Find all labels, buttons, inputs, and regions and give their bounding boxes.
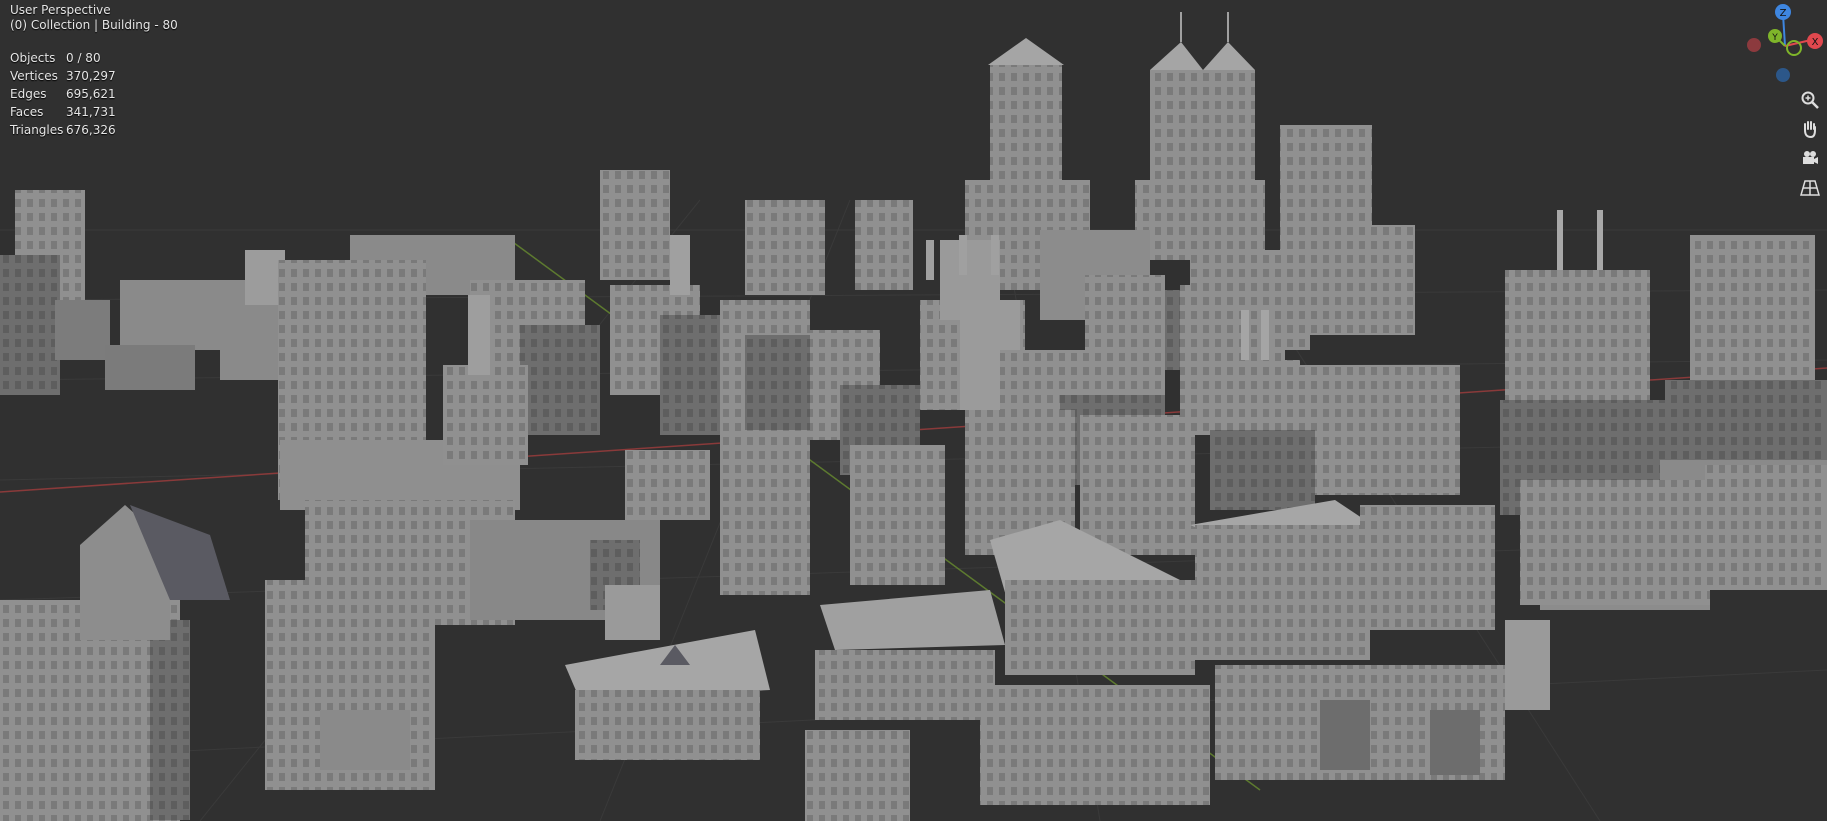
stat-row-triangles: Triangles 676,326 [10, 121, 116, 139]
stat-row-faces: Faces 341,731 [10, 103, 116, 121]
perspective-label: User Perspective [10, 3, 111, 17]
city-scene [0, 12, 1827, 821]
tower-left [0, 190, 110, 395]
stat-value: 341,731 [66, 104, 116, 119]
y-axis-label: Y [1771, 33, 1778, 43]
stat-value: 676,326 [66, 122, 116, 137]
stat-row-objects: Objects 0 / 80 [10, 49, 116, 67]
stat-label: Objects [10, 50, 56, 65]
stat-label: Triangles [10, 122, 64, 137]
scene-statistics: Objects 0 / 80 Vertices 370,297 Edges 69… [10, 49, 116, 139]
perspective-grid-icon[interactable] [1796, 174, 1824, 202]
stat-row-edges: Edges 695,621 [10, 85, 116, 103]
tower-right-2 [1665, 235, 1827, 470]
camera-icon[interactable] [1796, 144, 1824, 172]
twin-towers [1135, 12, 1265, 260]
zoom-icon[interactable] [1796, 86, 1824, 114]
neg-x-axis-handle[interactable] [1747, 38, 1761, 52]
viewport-header-info: User Perspective (0) Collection | Buildi… [10, 3, 178, 33]
stat-value: 370,297 [66, 68, 116, 83]
stat-row-vertices: Vertices 370,297 [10, 67, 116, 85]
stat-value: 0 / 80 [66, 50, 101, 65]
navigation-gizmo[interactable]: Z Y X [1745, 2, 1827, 86]
3d-viewport[interactable]: User Perspective (0) Collection | Buildi… [0, 0, 1827, 821]
stat-label: Vertices [10, 68, 58, 83]
neg-z-axis-handle[interactable] [1776, 68, 1790, 82]
stat-label: Faces [10, 104, 44, 119]
stat-value: 695,621 [66, 86, 116, 101]
tower-right-1 [1500, 210, 1665, 515]
collection-label: (0) Collection | Building - 80 [10, 18, 178, 32]
x-axis-label: X [1812, 37, 1819, 48]
z-axis-label: Z [1780, 8, 1787, 19]
stat-label: Edges [10, 86, 47, 101]
pan-hand-icon[interactable] [1796, 115, 1824, 143]
